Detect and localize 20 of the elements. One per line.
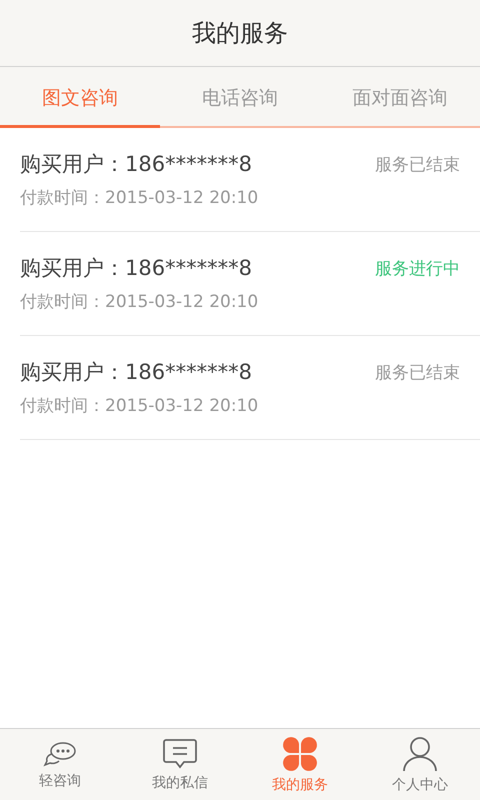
buyer-text: 购买用户：186*******8 <box>20 255 252 282</box>
order-row[interactable]: 购买用户：186*******8 服务已结束 付款时间：2015-03-12 20:10 <box>20 336 480 440</box>
tab[interactable]: 图文咨询 <box>0 67 160 128</box>
nav-label[interactable]: 我的私信 <box>152 774 208 792</box>
nav-label[interactable]: 我的服务 <box>272 776 328 794</box>
page-title: 我的服务 <box>192 18 288 49</box>
status-text: 服务已结束 <box>375 362 460 384</box>
nav-label[interactable]: 个人中心 <box>392 776 448 794</box>
nav-label[interactable]: 轻咨询 <box>39 772 81 790</box>
tab[interactable]: 电话咨询 <box>160 67 320 128</box>
payment-time-text: 付款时间：2015-03-12 20:10 <box>20 187 260 209</box>
buyer-text: 购买用户：186*******8 <box>20 151 252 178</box>
tab[interactable]: 面对面咨询 <box>320 67 480 128</box>
payment-time-text: 付款时间：2015-03-12 20:10 <box>20 395 260 417</box>
payment-time-text: 付款时间：2015-03-12 20:10 <box>20 291 260 313</box>
status-text: 服务已结束 <box>375 154 460 176</box>
buyer-text: 购买用户：186*******8 <box>20 359 252 386</box>
order-row[interactable]: 购买用户：186*******8 服务进行中 付款时间：2015-03-12 20:10 <box>20 232 480 336</box>
order-row[interactable]: 购买用户：186*******8 服务已结束 付款时间：2015-03-12 20:10 <box>20 128 480 232</box>
status-text: 服务进行中 <box>375 258 460 280</box>
